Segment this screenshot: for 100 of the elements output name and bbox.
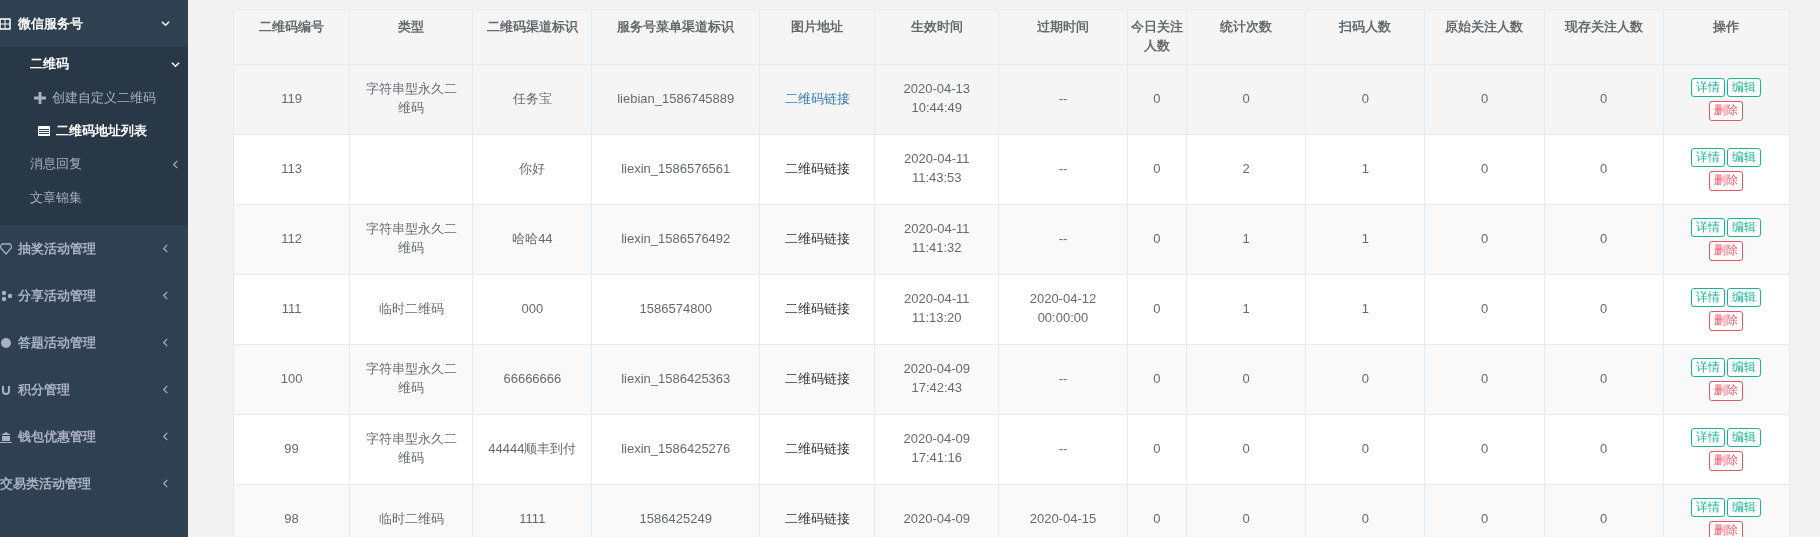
table-cell-text: 2020-04-13 10:44:49 xyxy=(902,80,971,118)
edit-button[interactable]: 编辑 xyxy=(1727,77,1762,98)
table-cell: 0 xyxy=(1480,230,1489,246)
table-cell-text: 2020-04-09 17:41:16 xyxy=(902,430,971,468)
menu-item[interactable]: 微信服务号 xyxy=(0,0,188,47)
magnet-icon xyxy=(0,383,12,396)
table-cell: 0 xyxy=(1153,230,1161,246)
table-cell-text: 字符串型永久二维码 xyxy=(365,220,458,258)
table-cell: 哈哈44 xyxy=(512,230,553,246)
table-cell: 44444顺丰到付 xyxy=(488,440,577,456)
submenu-item[interactable]: 创建自定义二维码 xyxy=(0,81,188,114)
image-link[interactable]: 二维码链接 xyxy=(784,440,850,456)
menu-label: 交易类活动管理 xyxy=(0,474,91,493)
menu-item[interactable]: 抽奖活动管理 xyxy=(0,225,188,272)
table-icon xyxy=(38,124,50,137)
grid-icon xyxy=(0,17,12,30)
table-cell: liexin_1586425276 xyxy=(621,440,731,456)
delete-button[interactable]: 删除 xyxy=(1709,381,1744,401)
table-cell: 0 xyxy=(1600,160,1608,176)
details-button[interactable]: 详情 xyxy=(1691,497,1726,518)
edit-button[interactable]: 编辑 xyxy=(1727,147,1762,168)
column-header: 类型 xyxy=(349,9,473,65)
details-button[interactable]: 详情 xyxy=(1691,217,1726,238)
table-cell: 0 xyxy=(1242,440,1250,456)
table-cell-text: -- xyxy=(1058,439,1068,458)
chevron-left-icon xyxy=(161,291,170,300)
column-header: 操作 xyxy=(1663,9,1790,65)
table-cell: 0 xyxy=(1480,370,1489,386)
table-cell: 0 xyxy=(1600,300,1608,316)
menu-label: 文章锦集 xyxy=(30,189,82,208)
table-cell: 0 xyxy=(1153,160,1161,176)
edit-button[interactable]: 编辑 xyxy=(1727,357,1762,378)
chevron-left-icon xyxy=(161,479,170,488)
table-cell: 119 xyxy=(281,90,302,106)
table-cell: 0 xyxy=(1153,370,1161,386)
table-cell: 0 xyxy=(1242,90,1250,106)
table-cell: 1 xyxy=(1361,160,1369,176)
menu-item[interactable]: 分享活动管理 xyxy=(0,272,188,319)
submenu-item[interactable]: 二维码 xyxy=(0,47,188,81)
delete-button[interactable]: 删除 xyxy=(1709,241,1744,261)
table-cell: 99 xyxy=(284,440,299,456)
submenu-item[interactable]: 二维码地址列表 xyxy=(0,114,188,147)
column-header: 二维码渠道标识 xyxy=(472,9,592,65)
chevron-left-icon xyxy=(161,385,170,394)
details-button[interactable]: 详情 xyxy=(1691,287,1726,308)
table-cell: 1586574800 xyxy=(639,300,712,316)
edit-button[interactable]: 编辑 xyxy=(1727,217,1762,238)
details-button[interactable]: 详情 xyxy=(1691,357,1726,378)
submenu-item[interactable]: 文章锦集 xyxy=(0,181,188,215)
table-cell-text: 临时二维码 xyxy=(378,509,444,528)
table-cell: 任务宝 xyxy=(512,90,552,106)
delete-button[interactable]: 删除 xyxy=(1709,171,1744,191)
table-cell-text: 2020-04-11 11:41:32 xyxy=(902,220,971,258)
table-cell-text: 字符串型永久二维码 xyxy=(365,360,458,398)
menu-item[interactable]: 钱包优惠管理 xyxy=(0,413,188,460)
chevron-left-icon xyxy=(161,244,170,253)
image-link[interactable]: 二维码链接 xyxy=(784,370,850,386)
image-link[interactable]: 二维码链接 xyxy=(784,160,850,176)
table-cell: 1 xyxy=(1361,230,1369,246)
menu-item[interactable]: 交易类活动管理 xyxy=(0,460,188,507)
edit-button[interactable]: 编辑 xyxy=(1727,427,1762,448)
chevron-left-icon xyxy=(171,159,180,169)
chevron-left-icon xyxy=(161,432,170,441)
diamond-icon xyxy=(0,242,12,255)
delete-button[interactable]: 删除 xyxy=(1709,451,1744,471)
column-header: 服务号菜单渠道标识 xyxy=(591,9,760,65)
table-cell: 112 xyxy=(281,230,302,246)
table-cell: 0 xyxy=(1480,300,1489,316)
submenu-item[interactable]: 消息回复 xyxy=(0,147,188,181)
table-cell-text: -- xyxy=(1058,229,1068,248)
menu-label: 抽奖活动管理 xyxy=(18,239,96,258)
table-cell: 98 xyxy=(284,510,299,526)
menu-item[interactable]: 答题活动管理 xyxy=(0,319,188,366)
menu-label: 微信服务号 xyxy=(18,14,83,33)
details-button[interactable]: 详情 xyxy=(1691,147,1726,168)
table-cell: 0 xyxy=(1480,160,1489,176)
image-link[interactable]: 二维码链接 xyxy=(784,230,850,246)
table-cell: 0 xyxy=(1600,370,1608,386)
table-cell-text: -- xyxy=(1058,159,1068,178)
edit-button[interactable]: 编辑 xyxy=(1727,287,1762,308)
table-cell: 0 xyxy=(1480,510,1489,526)
column-header: 今日关注人数 xyxy=(1127,9,1187,65)
details-button[interactable]: 详情 xyxy=(1691,77,1726,98)
image-link[interactable]: 二维码链接 xyxy=(784,90,850,106)
delete-button[interactable]: 删除 xyxy=(1709,521,1744,537)
column-header: 生效时间 xyxy=(874,9,999,65)
delete-button[interactable]: 删除 xyxy=(1709,101,1744,121)
table-cell: liebian_1586745889 xyxy=(617,90,735,106)
edit-button[interactable]: 编辑 xyxy=(1727,497,1762,518)
details-button[interactable]: 详情 xyxy=(1691,427,1726,448)
column-header: 二维码编号 xyxy=(233,9,350,65)
column-header: 图片地址 xyxy=(759,9,875,65)
table-cell: liexin_1586425363 xyxy=(621,370,731,386)
table-cell: 0 xyxy=(1480,440,1489,456)
image-link[interactable]: 二维码链接 xyxy=(784,510,850,526)
image-link[interactable]: 二维码链接 xyxy=(784,300,850,316)
delete-button[interactable]: 删除 xyxy=(1709,311,1744,331)
menu-item[interactable]: 积分管理 xyxy=(0,366,188,413)
table-cell-text: -- xyxy=(1058,369,1068,388)
table-cell: 0 xyxy=(1361,510,1369,526)
